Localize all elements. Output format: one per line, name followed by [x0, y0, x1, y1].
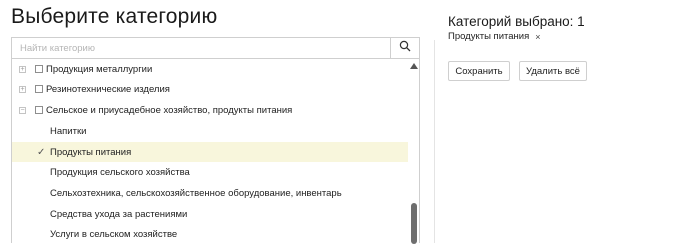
- search-icon: [399, 39, 411, 57]
- tree-item-label: Продукция металлургии: [46, 63, 153, 75]
- tree-item-checkbox[interactable]: [35, 85, 43, 93]
- column-divider: [434, 40, 435, 243]
- collapse-icon[interactable]: −: [19, 106, 26, 114]
- expand-icon[interactable]: +: [19, 65, 26, 73]
- tree-item-checkbox[interactable]: [35, 65, 43, 73]
- tree-item-label: Сельское и приусадебное хозяйство, проду…: [46, 104, 293, 116]
- scroll-thumb[interactable]: [411, 203, 417, 244]
- list-scrollbar[interactable]: [409, 59, 419, 244]
- category-picker-panel: + Продукция металлургии + Резинотехничес…: [11, 37, 420, 244]
- search-button[interactable]: [390, 38, 419, 58]
- tree-subitem-agri-produce[interactable]: Продукция сельского хозяйства: [12, 162, 408, 182]
- tree-item-label: Напитки: [50, 125, 87, 137]
- tree-item-label: Резинотехнические изделия: [46, 83, 170, 95]
- search-input[interactable]: [12, 38, 390, 58]
- check-icon: ✓: [37, 146, 46, 158]
- tree-item-label: Сельхозтехника, сельскохозяйственное обо…: [50, 187, 342, 199]
- tree-item-rubber[interactable]: + Резинотехнические изделия: [12, 79, 408, 99]
- page-title: Выберите категорию: [11, 5, 218, 28]
- tree-subitem-agri-services[interactable]: Услуги в сельском хозяйстве: [12, 224, 408, 244]
- tree-subitem-agri-machinery[interactable]: Сельхозтехника, сельскохозяйственное обо…: [12, 183, 408, 203]
- scroll-up-arrow-icon[interactable]: [410, 63, 418, 69]
- save-button[interactable]: Сохранить: [448, 61, 510, 81]
- tree-item-checkbox[interactable]: [35, 106, 43, 114]
- selected-chip-label: Продукты питания: [448, 31, 530, 42]
- clear-all-button[interactable]: Удалить всё: [519, 61, 587, 81]
- selected-chip: Продукты питания ×: [448, 31, 541, 42]
- expand-icon[interactable]: +: [19, 85, 26, 93]
- tree-item-agriculture[interactable]: − Сельское и приусадебное хозяйство, про…: [12, 100, 408, 120]
- remove-chip-icon[interactable]: ×: [535, 32, 540, 42]
- tree-subitem-food-products[interactable]: ✓ Продукты питания: [12, 142, 408, 162]
- tree-item-label: Продукция сельского хозяйства: [50, 166, 190, 178]
- tree-item-label: Средства ухода за растениями: [50, 208, 188, 220]
- tree-subitem-plant-care[interactable]: Средства ухода за растениями: [12, 204, 408, 224]
- tree-item-label: Продукты питания: [50, 146, 132, 158]
- tree-item-metallurgy[interactable]: + Продукция металлургии: [12, 59, 408, 79]
- search-bar: [12, 38, 419, 59]
- tree-item-label: Услуги в сельском хозяйстве: [50, 228, 178, 240]
- category-tree: + Продукция металлургии + Резинотехничес…: [12, 59, 408, 244]
- selected-count: Категорий выбрано: 1: [448, 14, 585, 29]
- tree-subitem-drinks[interactable]: Напитки: [12, 121, 408, 141]
